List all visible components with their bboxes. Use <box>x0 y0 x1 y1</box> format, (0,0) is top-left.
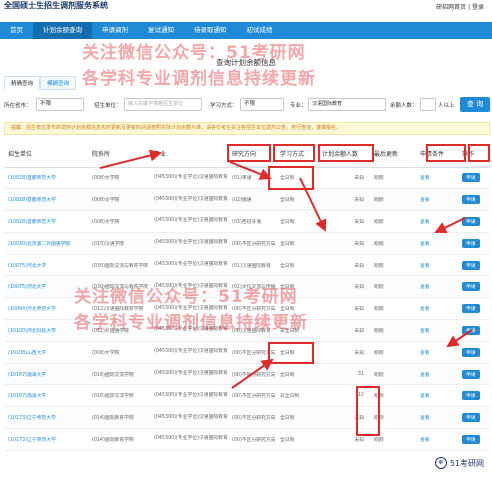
wechat-icon: ✻ <box>434 457 447 469</box>
arrow-conditions <box>434 217 466 234</box>
arrow-action <box>446 329 473 348</box>
arrow-mode-value <box>231 358 274 389</box>
annotation-arrows <box>99 149 473 389</box>
arrow-to-mode <box>229 161 272 180</box>
arrow-major <box>99 149 162 169</box>
badge-text: 51考研网 <box>449 458 484 468</box>
arrow-mode-down <box>299 177 327 232</box>
wechat-badge: ✻ 51考研网 <box>434 457 484 469</box>
